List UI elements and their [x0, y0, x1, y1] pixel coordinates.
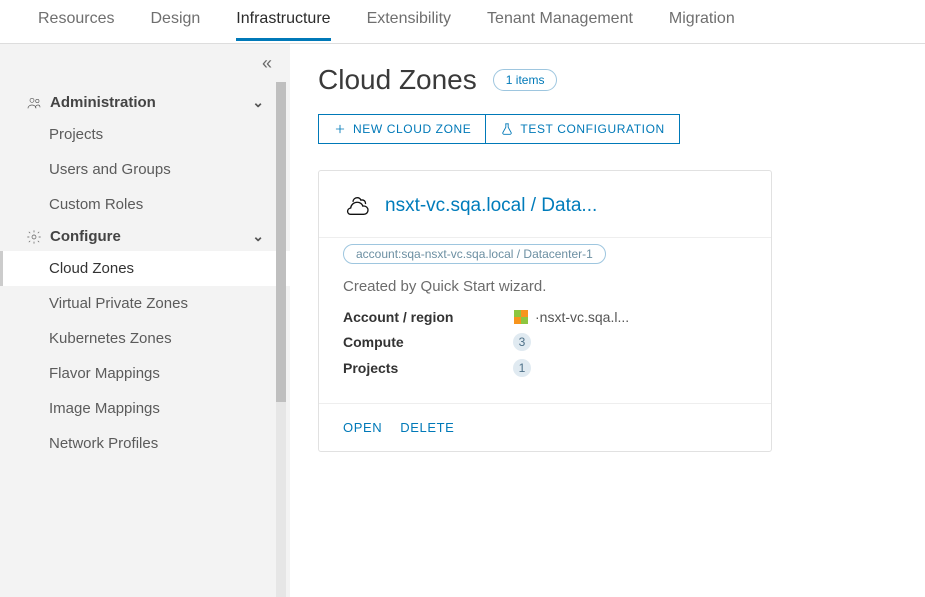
sidebar-item-network-profiles[interactable]: Network Profiles	[0, 426, 290, 461]
main-content: Cloud Zones 1 items NEW CLOUD ZONE TEST …	[290, 44, 925, 597]
page-title: Cloud Zones	[318, 64, 477, 96]
cloud-zone-card: nsxt-vc.sqa.local / Data... account:sqa-…	[318, 170, 772, 452]
projects-count-badge: 1	[513, 359, 531, 377]
delete-button[interactable]: DELETE	[400, 420, 454, 435]
sidebar-section-label: Configure	[50, 228, 121, 245]
card-description: Created by Quick Start wizard.	[343, 278, 747, 295]
kv-compute: Compute 3	[343, 333, 747, 351]
new-cloud-zone-label: NEW CLOUD ZONE	[353, 122, 471, 136]
action-button-group: NEW CLOUD ZONE TEST CONFIGURATION	[318, 114, 680, 144]
users-icon	[26, 95, 42, 111]
account-tag-pill: account:sqa-nsxt-vc.sqa.local / Datacent…	[343, 244, 606, 264]
gear-icon	[26, 229, 42, 245]
sidebar: « Administration ⌄ Projects Users and Gr…	[0, 44, 290, 597]
tab-migration[interactable]: Migration	[669, 10, 735, 41]
sidebar-section-configure[interactable]: Configure ⌄	[0, 222, 290, 251]
tab-tenant-management[interactable]: Tenant Management	[487, 10, 633, 41]
compute-count-badge: 3	[513, 333, 531, 351]
scrollbar-thumb[interactable]	[276, 82, 286, 402]
sidebar-item-flavor-mappings[interactable]: Flavor Mappings	[0, 356, 290, 391]
sidebar-content: Administration ⌄ Projects Users and Grou…	[0, 82, 290, 481]
sidebar-scroll: Administration ⌄ Projects Users and Grou…	[0, 82, 290, 597]
kv-projects: Projects 1	[343, 359, 747, 377]
sidebar-item-users-groups[interactable]: Users and Groups	[0, 152, 290, 187]
clouds-icon	[343, 193, 373, 219]
card-title-link[interactable]: nsxt-vc.sqa.local / Data...	[385, 195, 597, 217]
test-configuration-button[interactable]: TEST CONFIGURATION	[486, 115, 678, 143]
plus-icon	[333, 122, 347, 136]
sidebar-item-cloud-zones[interactable]: Cloud Zones	[0, 251, 290, 286]
tab-resources[interactable]: Resources	[38, 10, 114, 41]
tab-infrastructure[interactable]: Infrastructure	[236, 10, 330, 41]
sidebar-collapse-row: «	[0, 44, 290, 82]
sidebar-item-image-mappings[interactable]: Image Mappings	[0, 391, 290, 426]
scrollbar-track[interactable]	[276, 82, 286, 597]
collapse-sidebar-icon[interactable]: «	[262, 53, 272, 74]
sidebar-item-virtual-private-zones[interactable]: Virtual Private Zones	[0, 286, 290, 321]
account-region-value: ·nsxt-vc.sqa.l...	[513, 309, 629, 325]
kv-account-region: Account / region ·nsxt-vc.sqa.l...	[343, 309, 747, 325]
tab-design[interactable]: Design	[150, 10, 200, 41]
top-tabs: Resources Design Infrastructure Extensib…	[0, 0, 925, 44]
tab-extensibility[interactable]: Extensibility	[367, 10, 451, 41]
projects-label: Projects	[343, 360, 513, 376]
test-configuration-label: TEST CONFIGURATION	[520, 122, 664, 136]
chevron-down-icon: ⌄	[252, 94, 264, 111]
sidebar-item-kubernetes-zones[interactable]: Kubernetes Zones	[0, 321, 290, 356]
card-header: nsxt-vc.sqa.local / Data...	[319, 171, 771, 237]
card-footer: OPEN DELETE	[319, 403, 771, 451]
new-cloud-zone-button[interactable]: NEW CLOUD ZONE	[319, 115, 486, 143]
chevron-down-icon: ⌄	[252, 228, 264, 245]
body: « Administration ⌄ Projects Users and Gr…	[0, 44, 925, 597]
sidebar-item-projects[interactable]: Projects	[0, 117, 290, 152]
open-button[interactable]: OPEN	[343, 420, 382, 435]
card-body: account:sqa-nsxt-vc.sqa.local / Datacent…	[319, 237, 771, 403]
account-region-text: ·nsxt-vc.sqa.l...	[535, 309, 629, 325]
page-title-row: Cloud Zones 1 items	[318, 64, 897, 96]
vcenter-icon	[513, 309, 529, 325]
compute-label: Compute	[343, 334, 513, 350]
flask-icon	[500, 122, 514, 136]
item-count-badge: 1 items	[493, 69, 558, 91]
sidebar-section-label: Administration	[50, 94, 156, 111]
sidebar-item-custom-roles[interactable]: Custom Roles	[0, 187, 290, 222]
sidebar-section-administration[interactable]: Administration ⌄	[0, 88, 290, 117]
account-region-label: Account / region	[343, 309, 513, 325]
